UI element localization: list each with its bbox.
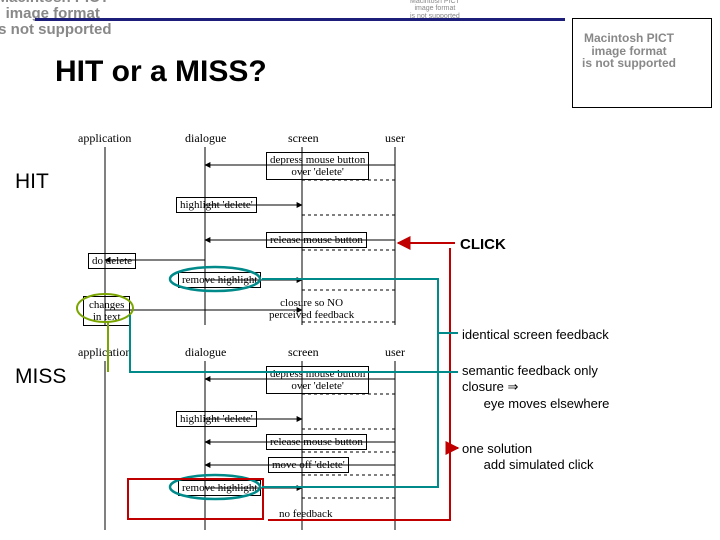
diagram-svg [0, 0, 720, 540]
